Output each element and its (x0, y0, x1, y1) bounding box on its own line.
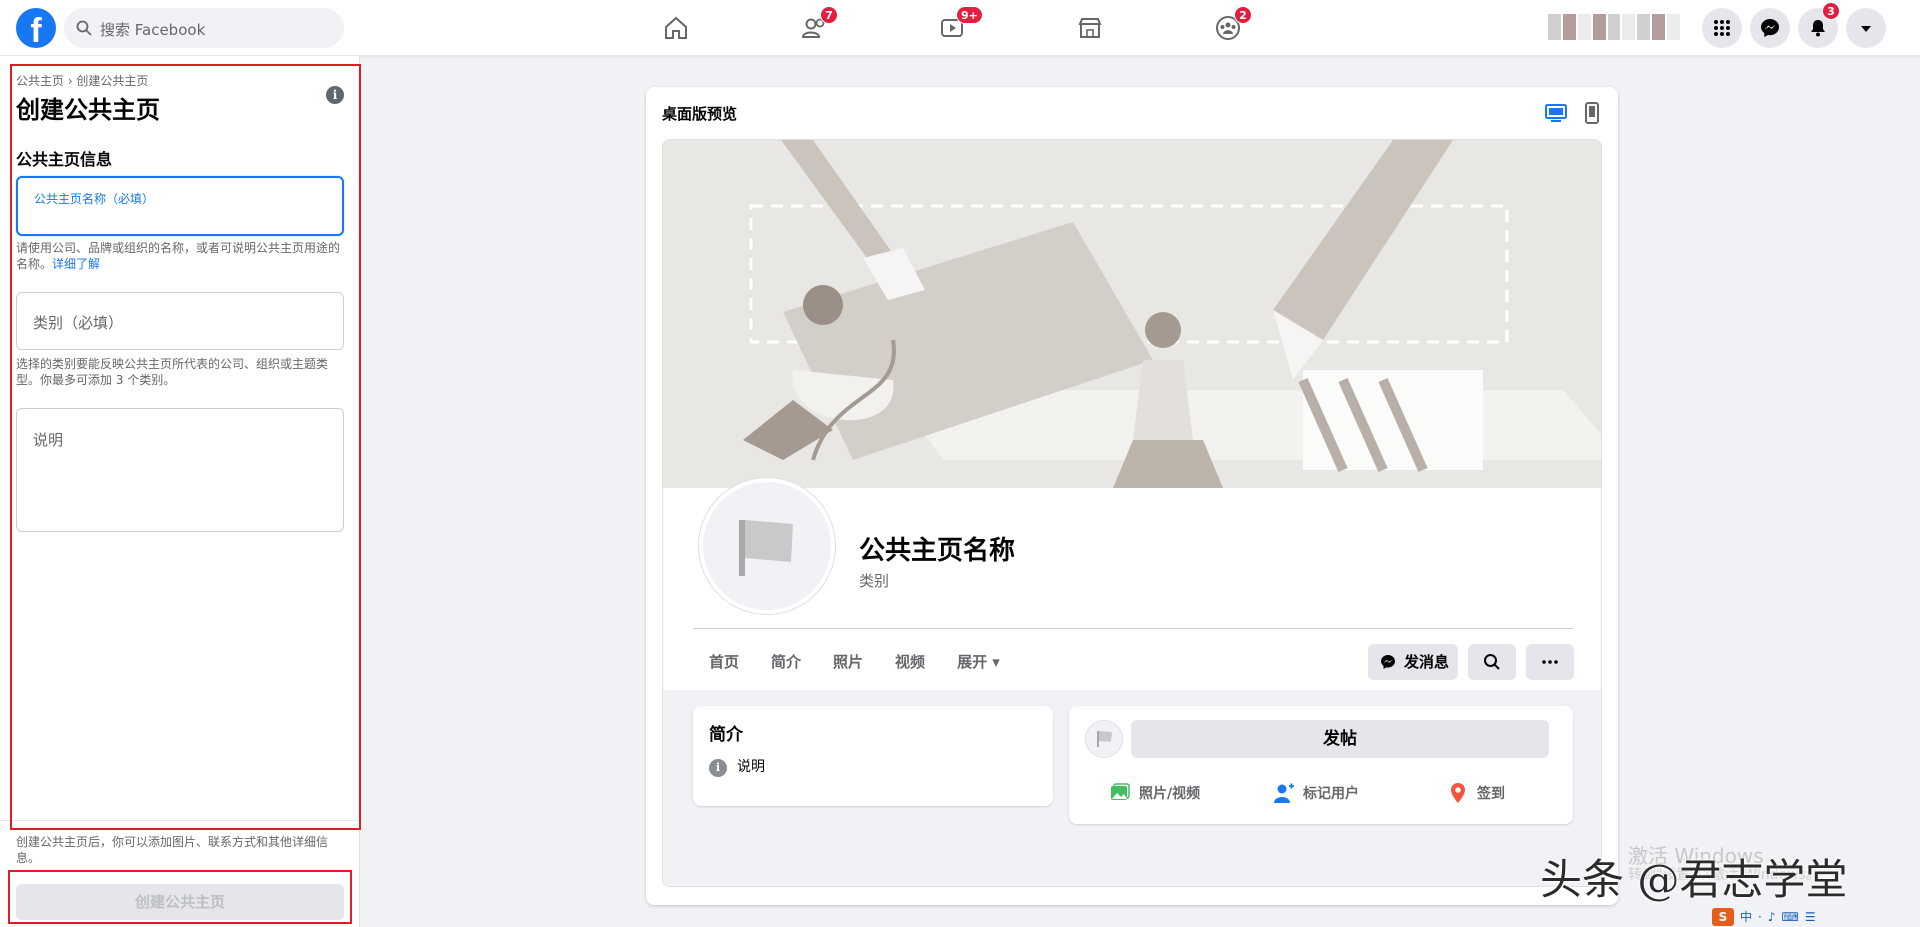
ime-keyboard-icon[interactable]: ⌨ (1782, 910, 1799, 924)
menu-button[interactable] (1702, 8, 1742, 48)
location-pin-icon (1451, 783, 1465, 803)
flag-icon (739, 520, 793, 576)
system-tray: S 中 · ♪ ⌨ ☰ (1712, 906, 1912, 927)
intro-card: 简介 i 说明 (693, 706, 1053, 806)
page-title: 创建公共主页 (16, 96, 160, 124)
tab-more[interactable]: 展开 ▾ (941, 638, 1016, 690)
messenger-button[interactable] (1750, 8, 1790, 48)
preview-page-category: 类别 (859, 572, 890, 590)
ime-punctuation-icon[interactable]: · (1758, 910, 1762, 924)
page-tabs: 首页 简介 照片 视频 展开 ▾ (693, 638, 1016, 690)
bell-icon (1811, 20, 1825, 37)
panel-divider (0, 820, 358, 821)
footnote: 创建公共主页后，你可以添加图片、联系方式和其他详细信息。 (16, 835, 329, 865)
category-help: 选择的类别要能反映公共主页所代表的公司、组织或主题类型。你最多可添加 3 个类别… (16, 357, 329, 387)
desktop-preview-card: 桌面版预览 公共主页名称 类别 首页 简介 照片 视频 展开 ▾ 发消息 简介 … (646, 87, 1618, 905)
watch-badge: 9+ (956, 6, 983, 24)
tag-people-label: 标记用户 (1303, 786, 1359, 802)
search-page-button[interactable] (1468, 644, 1516, 680)
tab-videos[interactable]: 视频 (879, 638, 941, 690)
cover-photo-illustration (663, 140, 1601, 488)
search-icon (1484, 654, 1500, 670)
tag-people-action[interactable]: 标记用户 (1273, 782, 1359, 804)
friends-badge: 7 (820, 6, 838, 24)
page-name-help: 请使用公司、品牌或组织的名称，或者可说明公共主页用途的名称。详细了解 (16, 240, 346, 272)
flag-icon (1097, 731, 1112, 747)
category-input[interactable]: 类别（必填） (16, 292, 344, 350)
info-icon: i (709, 759, 727, 777)
create-page-button[interactable]: 创建公共主页 (16, 884, 344, 920)
marketplace-icon (1078, 18, 1102, 38)
info-icon[interactable]: i (326, 86, 344, 104)
page-avatar[interactable] (699, 478, 835, 614)
messenger-icon (1761, 19, 1779, 37)
section-title: 公共主页信息 (16, 150, 113, 169)
nav-watch[interactable]: 9+ (932, 6, 983, 48)
photo-icon (1111, 783, 1130, 800)
search-placeholder: 搜索 Facebook (100, 21, 206, 39)
tab-about[interactable]: 简介 (755, 638, 817, 690)
send-message-label: 发消息 (1404, 653, 1450, 671)
caret-down-icon (1861, 26, 1871, 32)
intro-description-row: i 说明 (709, 756, 765, 777)
description-textarea[interactable]: 说明 (16, 408, 344, 532)
account-button[interactable] (1846, 8, 1886, 48)
toutiao-watermark: 头条 @君志学堂 (1540, 855, 1848, 904)
send-message-button[interactable]: 发消息 (1368, 644, 1458, 680)
desktop-view-icon[interactable] (1544, 101, 1568, 125)
check-in-action[interactable]: 签到 (1447, 782, 1505, 804)
search-input[interactable]: 搜索 Facebook (64, 8, 344, 48)
photo-video-action[interactable]: 照片/视频 (1109, 782, 1200, 804)
learn-more-link[interactable]: 详细了解 (52, 257, 100, 271)
ime-chinese-mode[interactable]: 中 (1740, 908, 1752, 925)
nav-marketplace[interactable] (1070, 8, 1110, 48)
cover-illustration (663, 140, 1601, 488)
more-options-button[interactable] (1526, 644, 1574, 680)
page-name-input[interactable]: 公共主页名称（必填） (16, 176, 344, 236)
messenger-icon (1381, 655, 1395, 669)
create-page-sidebar: 公共主页 › 创建公共主页 创建公共主页 i 公共主页信息 公共主页名称（必填）… (0, 56, 360, 927)
preview-title: 桌面版预览 (662, 105, 738, 123)
ime-menu-icon[interactable]: ☰ (1805, 910, 1816, 924)
intro-description: 说明 (737, 759, 765, 775)
search-icon (76, 20, 92, 36)
page-header: 公共主页名称 类别 首页 简介 照片 视频 展开 ▾ 发消息 (663, 478, 1601, 690)
tab-home[interactable]: 首页 (693, 638, 755, 690)
nav-groups[interactable]: 2 (1208, 6, 1252, 48)
tag-user-icon (1274, 783, 1294, 803)
preview-page-name: 公共主页名称 (859, 536, 1016, 566)
ellipsis-icon (1542, 660, 1558, 664)
top-navigation-bar: f 搜索 Facebook 7 9+ 2 3 (0, 0, 1920, 56)
nav-friends[interactable]: 7 (794, 6, 838, 48)
page-name-label: 公共主页名称（必填） (34, 192, 155, 206)
profile-name-blurred[interactable] (1548, 14, 1681, 40)
header-divider (693, 628, 1573, 629)
ime-voice-icon[interactable]: ♪ (1768, 910, 1776, 924)
home-icon (665, 16, 687, 39)
notifications-button[interactable]: 3 (1798, 2, 1840, 48)
sogou-ime-icon[interactable]: S (1712, 907, 1734, 926)
create-post-card: 发帖 照片/视频 标记用户 签到 (1069, 706, 1573, 824)
tab-photos[interactable]: 照片 (817, 638, 879, 690)
page-preview-frame: 公共主页名称 类别 首页 简介 照片 视频 展开 ▾ 发消息 简介 i 说明 发… (662, 139, 1602, 887)
category-placeholder: 类别（必填） (33, 314, 124, 332)
description-placeholder: 说明 (33, 431, 64, 449)
breadcrumb[interactable]: 公共主页 › 创建公共主页 (16, 72, 148, 89)
create-post-button[interactable]: 发帖 (1131, 720, 1549, 758)
notifications-badge: 3 (1822, 2, 1840, 20)
facebook-logo[interactable]: f (16, 8, 56, 48)
groups-badge: 2 (1234, 6, 1252, 24)
nav-home[interactable] (656, 8, 696, 48)
photo-video-label: 照片/视频 (1139, 786, 1201, 802)
check-in-label: 签到 (1477, 786, 1505, 802)
mobile-view-icon[interactable] (1580, 101, 1604, 125)
intro-title: 简介 (709, 725, 743, 745)
grid-menu-icon (1714, 20, 1730, 36)
post-avatar (1085, 720, 1123, 758)
